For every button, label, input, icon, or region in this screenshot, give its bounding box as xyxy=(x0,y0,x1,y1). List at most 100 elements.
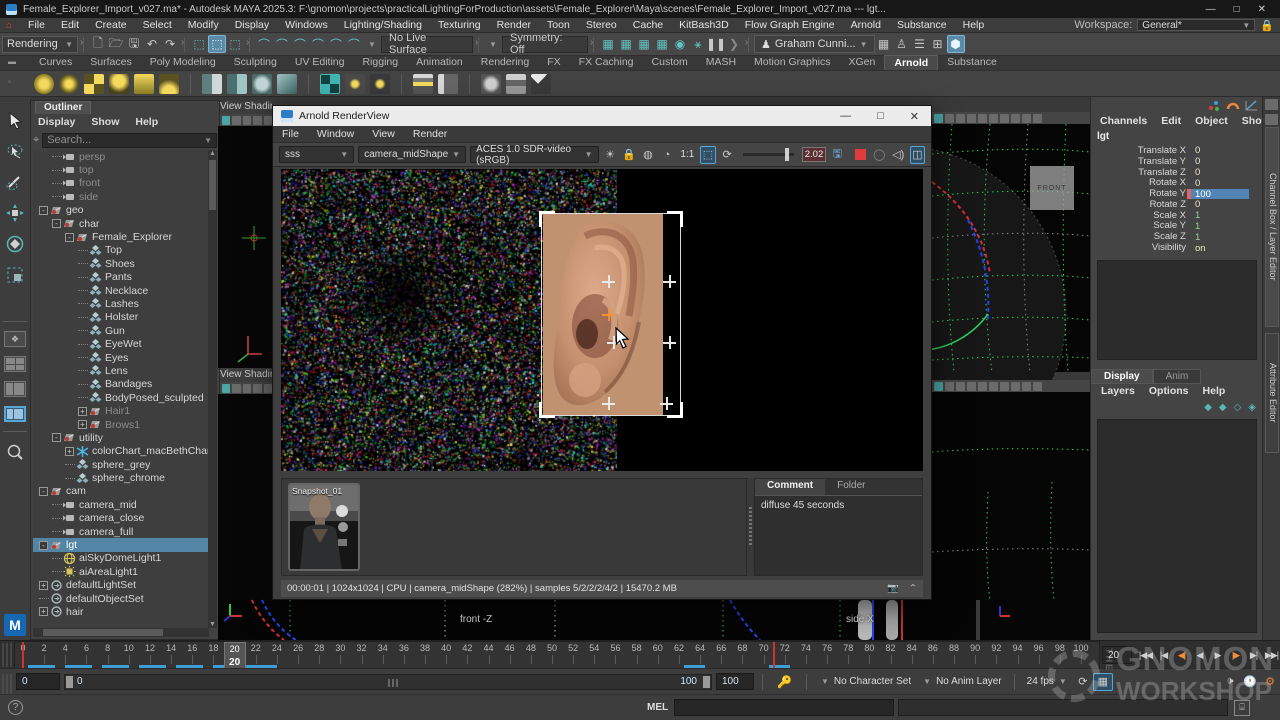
lock-workspace-icon[interactable]: 🔒 xyxy=(1260,19,1274,32)
step-back-key-button[interactable]: |◀ xyxy=(1155,645,1172,665)
range-end-handle[interactable] xyxy=(703,676,710,688)
menu-render[interactable]: Render xyxy=(489,19,539,31)
outliner-item-geo[interactable]: -geo xyxy=(33,204,209,217)
panel-splitter[interactable] xyxy=(747,478,754,576)
standin-options-icon[interactable] xyxy=(227,74,247,94)
render-sequence-icon[interactable]: ◉ xyxy=(671,35,689,53)
scroll-down-icon[interactable]: ▼ xyxy=(208,621,217,628)
notifications-icon[interactable]: ◁) xyxy=(891,146,906,164)
shelf-tab-animation[interactable]: Animation xyxy=(407,55,472,70)
help-icon[interactable]: ? xyxy=(8,700,23,715)
renderview-titlebar[interactable]: Arnold RenderView — □ ✕ xyxy=(273,106,931,126)
menu-kitbash3d[interactable]: KitBash3D xyxy=(671,19,737,31)
export-ass-icon[interactable] xyxy=(370,74,390,94)
channel-value-field[interactable]: 0 xyxy=(1191,199,1249,209)
step-forward-key-button[interactable]: ▶| xyxy=(1245,645,1262,665)
layout-outliner-persp-button[interactable] xyxy=(4,406,26,422)
outliner-item-cam[interactable]: -cam xyxy=(33,485,209,498)
outliner-item-sphere_chrome[interactable]: sphere_chrome xyxy=(33,471,209,484)
attribute-editor-toggle-icon[interactable]: ⬢ xyxy=(947,35,965,53)
animation-end-field[interactable]: 100 xyxy=(716,673,754,690)
viewport2-partial[interactable] xyxy=(218,394,272,600)
paint-select-tool-icon[interactable] xyxy=(4,171,26,193)
select-hierarchy-icon[interactable]: ⬚ xyxy=(190,35,208,53)
collapse-icon[interactable]: - xyxy=(39,487,48,496)
outliner-item-aiskydomelight1[interactable]: aiSkyDomeLight1 xyxy=(33,552,209,565)
region-corner-handle[interactable] xyxy=(667,211,683,227)
area-light-icon[interactable] xyxy=(34,74,54,94)
modeling-toolkit-icon[interactable]: ▦ xyxy=(875,35,893,53)
debug-shading-icon[interactable]: ☀ xyxy=(603,146,618,164)
menu-set-dropdown[interactable]: Rendering▼ xyxy=(2,36,78,53)
playback-speed-icon[interactable]: 🕐 xyxy=(1240,673,1260,691)
rgba-channels-icon[interactable]: ◍ xyxy=(640,146,655,164)
render-image-area[interactable] xyxy=(281,169,923,471)
shelf-tab-sculpting[interactable]: Sculpting xyxy=(225,55,286,70)
volume-icon[interactable] xyxy=(277,74,297,94)
outliner-menu-display[interactable]: Display xyxy=(31,116,82,128)
current-frame-indicator[interactable]: 2020 xyxy=(224,642,246,669)
menu-cache[interactable]: Cache xyxy=(625,19,671,31)
sidebar-icon-second[interactable] xyxy=(1265,114,1278,125)
curve-collector-icon[interactable] xyxy=(252,74,272,94)
play-backwards-button[interactable]: ◀ xyxy=(1191,645,1208,665)
outliner-item-top[interactable]: top xyxy=(33,163,209,176)
undo-icon[interactable]: ↶ xyxy=(143,35,161,53)
select-tool-icon[interactable] xyxy=(4,109,26,131)
locator-crosshair[interactable] xyxy=(663,336,676,349)
outliner-item-char[interactable]: -char xyxy=(33,217,209,230)
outliner-vertical-scrollbar[interactable]: ▲ ▼ xyxy=(208,150,217,628)
photometric-light-icon[interactable] xyxy=(109,74,129,94)
menu-modify[interactable]: Modify xyxy=(180,19,227,31)
layer-options-icon[interactable]: ◈ xyxy=(1248,402,1256,413)
menu-lighting-shading[interactable]: Lighting/Shading xyxy=(336,19,430,31)
timeline-grip[interactable] xyxy=(2,643,12,667)
lock-icon[interactable]: 🔒 xyxy=(622,146,637,164)
menu-stereo[interactable]: Stereo xyxy=(578,19,625,31)
user-account-chip[interactable]: ♟ Graham Cunni... ▼ xyxy=(754,35,875,53)
zoom-ratio-label[interactable]: 1:1 xyxy=(680,149,694,160)
outliner-item-top[interactable]: Top xyxy=(33,244,209,257)
pause-viewport-icon[interactable]: ❚❚ xyxy=(707,35,725,53)
light-editor-icon[interactable]: ⚹ xyxy=(689,35,707,53)
channel-value-field[interactable]: 1 xyxy=(1191,210,1249,220)
channel-value-field[interactable]: 0 xyxy=(1191,156,1249,166)
set-key-icon[interactable]: 🔑 xyxy=(777,675,792,689)
expand-arrow-icon[interactable]: ❯ xyxy=(725,35,743,53)
mesh-light-icon[interactable] xyxy=(84,74,104,94)
open-scene-icon[interactable]: 🗁 xyxy=(107,35,125,53)
anim-layer-dropdown[interactable]: ▼No Anim Layer xyxy=(917,673,1008,690)
channel-wheel-icon[interactable]: ◔ xyxy=(659,146,674,164)
symmetry-field[interactable]: Symmetry: Off xyxy=(502,36,588,53)
outliner-item-lgt[interactable]: -lgt xyxy=(33,538,209,551)
renderview-menu-view[interactable]: View xyxy=(363,128,404,140)
new-empty-layer-icon[interactable]: ◆ xyxy=(1204,402,1212,413)
scale-tool-icon[interactable] xyxy=(4,264,26,286)
outliner-panel-tab[interactable]: Outliner xyxy=(35,101,91,114)
renderview-close-button[interactable]: ✕ xyxy=(910,110,919,123)
viewport-persp[interactable] xyxy=(932,392,1090,600)
renderview-maximize-button[interactable]: □ xyxy=(877,110,884,123)
outliner-item-defaultlightset[interactable]: +defaultLightSet xyxy=(33,579,209,592)
save-scene-icon[interactable]: 🖫 xyxy=(125,35,143,53)
step-back-frame-button[interactable]: ◀| xyxy=(1173,645,1190,665)
light-portal-icon[interactable] xyxy=(134,74,154,94)
menu-edit[interactable]: Edit xyxy=(53,19,87,31)
close-button[interactable]: ✕ xyxy=(1258,4,1266,15)
standin-icon[interactable] xyxy=(202,74,222,94)
renderview-menu-render[interactable]: Render xyxy=(404,128,456,140)
xyz-axis-icon[interactable] xyxy=(1207,100,1220,111)
snapshot-camera-icon[interactable]: 📷 xyxy=(887,583,899,594)
speed-gauge-icon[interactable] xyxy=(1226,100,1239,111)
shelf-tab-rigging[interactable]: Rigging xyxy=(353,55,407,70)
redo-icon[interactable]: ↷ xyxy=(161,35,179,53)
ipr-render-icon[interactable]: ▦ xyxy=(617,35,635,53)
render-settings-shelf-icon[interactable] xyxy=(506,74,526,94)
outliner-item-bodyposed_sculpted[interactable]: BodyPosed_sculpted xyxy=(33,391,209,404)
shelf-tab-surfaces[interactable]: Surfaces xyxy=(81,55,140,70)
viewport1-partial[interactable] xyxy=(218,126,272,368)
snap-curve-icon[interactable]: ⌒ xyxy=(273,35,291,53)
fps-dropdown[interactable]: 24 fps▼ xyxy=(1021,673,1073,690)
expand-icon[interactable]: + xyxy=(78,420,87,429)
expand-icon[interactable]: + xyxy=(78,407,87,416)
